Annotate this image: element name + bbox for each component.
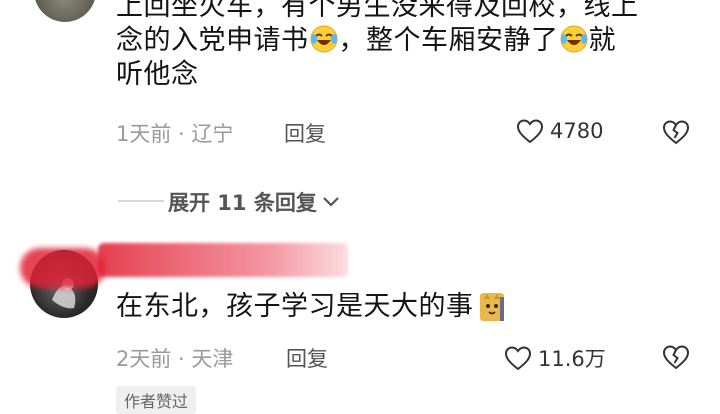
- chevron-down-icon: [321, 195, 341, 209]
- like-count: 4780: [550, 119, 604, 143]
- comment-line: 上回坐火车，有个男生没来得及回校，线上: [116, 0, 639, 22]
- broken-heart-icon[interactable]: [662, 119, 690, 145]
- divider: [118, 200, 164, 202]
- comment-text: 在东北，孩子学习是天大的事: [116, 291, 474, 322]
- expand-replies-button[interactable]: 展开 11 条回复: [168, 187, 341, 217]
- comment-line: 念的入党申请书 ，整个车厢安静了就: [116, 24, 696, 58]
- heart-outline-icon: [504, 345, 532, 371]
- comment-time-location: 1天前 · 辽宁: [116, 122, 234, 146]
- avatar[interactable]: [34, 0, 96, 22]
- like-button[interactable]: 4780: [516, 118, 603, 144]
- reply-button[interactable]: 回复: [284, 118, 326, 148]
- comment-line: 听他念: [116, 59, 199, 90]
- laughing-tears-emoji-icon: [559, 24, 589, 54]
- cat-sticker-icon: [478, 291, 506, 323]
- redaction-mark: [20, 248, 105, 288]
- expand-replies-label: 展开 11 条回复: [168, 191, 317, 215]
- broken-heart-icon[interactable]: [662, 344, 690, 370]
- comment-body: 上回坐火车，有个男生没来得及回校，线上 念的入党申请书 ，整个车厢安静了就 听他念: [116, 0, 696, 92]
- author-liked-badge: 作者赞过: [116, 386, 197, 414]
- like-count: 11.6万: [538, 347, 606, 371]
- redacted-username: [98, 243, 348, 277]
- like-button[interactable]: 11.6万: [504, 343, 606, 373]
- comment-time-location: 2天前 · 天津: [116, 347, 234, 371]
- reply-button[interactable]: 回复: [286, 343, 328, 373]
- laughing-tears-emoji-icon: [309, 24, 339, 54]
- comment-text-segment: ，整个车厢安静了: [338, 25, 559, 56]
- comment-text-segment: 念的入党申请书: [116, 25, 309, 56]
- heart-outline-icon: [516, 118, 544, 144]
- comment-body: 在东北，孩子学习是天大的事: [116, 290, 506, 324]
- comment-text-segment: 就: [588, 25, 616, 56]
